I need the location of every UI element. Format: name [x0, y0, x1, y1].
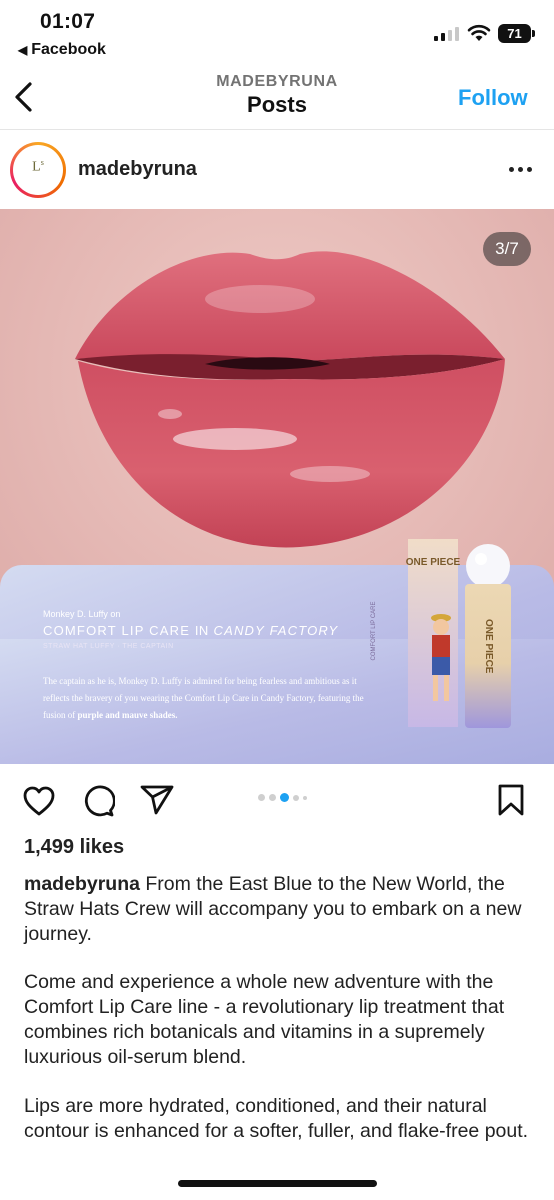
carousel-dots: [258, 793, 307, 802]
home-indicator[interactable]: [178, 1180, 377, 1187]
box-vertical-text: COMFORT LIP CARE: [371, 601, 377, 660]
caption-username[interactable]: madebyruna: [24, 873, 140, 895]
slide-counter: 3/7: [483, 232, 531, 266]
wifi-icon: [467, 24, 491, 41]
carousel-dot: [269, 794, 276, 801]
heart-icon[interactable]: [22, 785, 56, 817]
box-brand-text: ONE PIECE: [406, 557, 461, 568]
likes-count[interactable]: 1,499 likes: [24, 836, 124, 859]
comment-icon[interactable]: [81, 785, 115, 817]
status-time: 01:07: [40, 10, 96, 33]
share-icon[interactable]: [139, 784, 175, 816]
promo-title: COMFORT LIP CARE IN CANDY FACTORY: [43, 623, 339, 638]
promo-subtitle: STRAW HAT LUFFY · THE CAPTAIN: [43, 643, 174, 650]
bookmark-icon[interactable]: [497, 783, 525, 817]
promo-character-name: Monkey D. Luffy on: [43, 609, 121, 619]
back-triangle-icon: ◀: [18, 43, 28, 57]
caption-paragraph-3: Lips are more hydrated, conditioned, and…: [24, 1095, 529, 1142]
promo-description: The captain as he is, Monkey D. Luffy is…: [43, 676, 364, 720]
follow-button[interactable]: Follow: [458, 85, 528, 111]
carousel-dot: [303, 795, 307, 800]
signal-icon: [434, 25, 459, 41]
post-username[interactable]: madebyruna: [78, 158, 197, 181]
back-to-app-link[interactable]: ◀ Facebook: [18, 41, 106, 59]
caption-paragraph-1: madebyruna From the East Blue to the New…: [24, 873, 522, 945]
brand-logo-icon: Ls: [32, 158, 44, 175]
product-tube-image: ONE PIECE: [465, 544, 511, 728]
more-icon[interactable]: [509, 167, 532, 172]
header-divider: [0, 129, 554, 130]
back-app-label: Facebook: [31, 41, 106, 58]
caption-paragraph-2: Come and experience a whole new adventur…: [24, 971, 505, 1068]
carousel-dot-active: [280, 793, 289, 802]
tube-brand-text: ONE PIECE: [483, 619, 494, 674]
carousel-dot: [258, 794, 265, 801]
battery-icon: 71: [498, 24, 531, 43]
carousel-dot: [293, 794, 299, 801]
battery-tip: [532, 30, 535, 37]
